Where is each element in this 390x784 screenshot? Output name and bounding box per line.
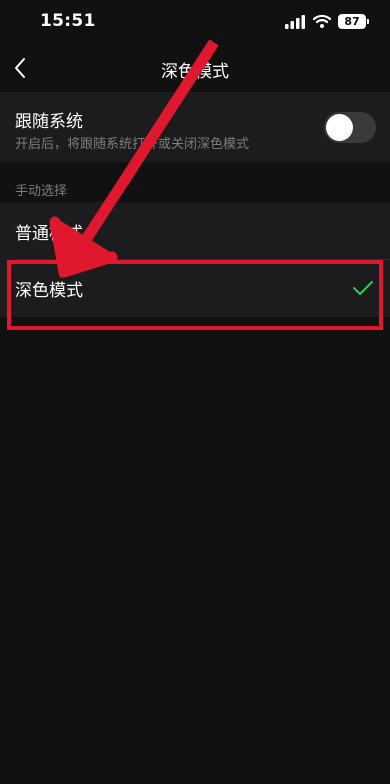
battery-indicator: 87	[338, 14, 369, 29]
toggle-knob	[326, 114, 353, 141]
manual-section-label: 手动选择	[15, 184, 68, 199]
wifi-icon	[313, 14, 331, 28]
follow-system-description: 开启后，将跟随系统打开或关闭深色模式	[15, 137, 250, 152]
annotation-highlight-box	[7, 260, 383, 330]
status-bar: 15:51 87	[0, 0, 390, 44]
page-title: 深色模式	[161, 62, 229, 82]
follow-system-row: 跟随系统 开启后，将跟随系统打开或关闭深色模式	[0, 92, 390, 162]
status-time: 15:51	[40, 11, 96, 31]
option-label: 普通模式	[15, 224, 83, 244]
option-normal-mode[interactable]: 普通模式	[0, 202, 390, 260]
cellular-signal-icon	[285, 15, 305, 29]
follow-system-toggle[interactable]	[324, 112, 376, 143]
follow-system-title: 跟随系统	[15, 112, 83, 132]
navigation-bar: 深色模式	[0, 44, 390, 92]
